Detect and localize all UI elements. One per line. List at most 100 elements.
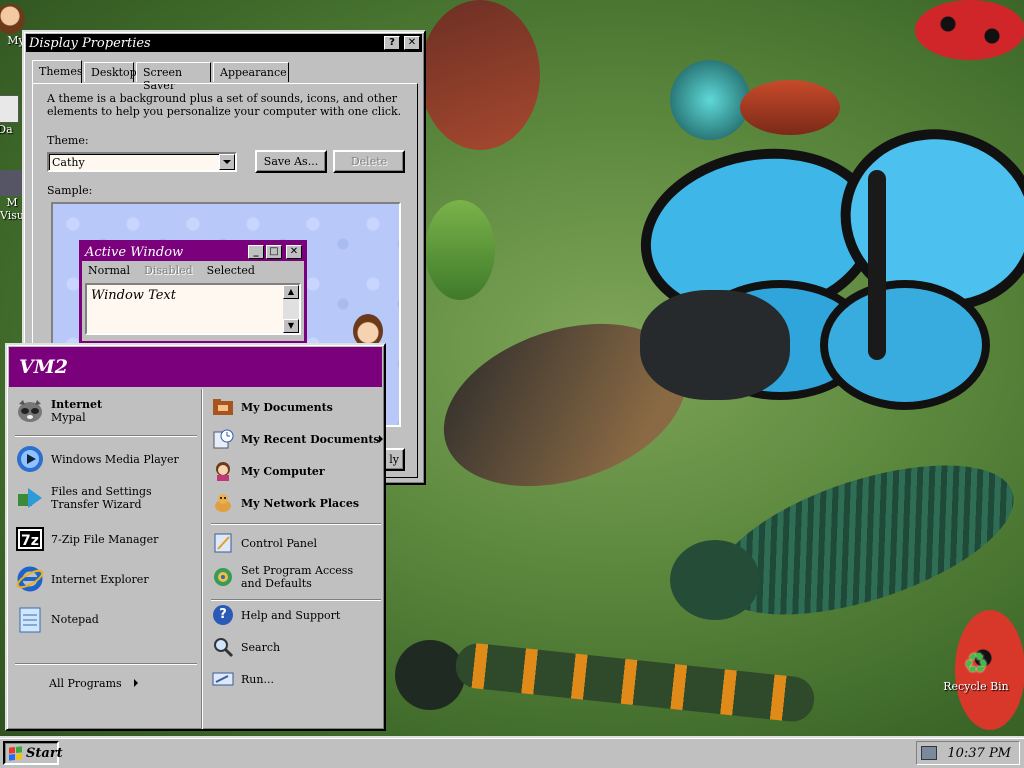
right-label: Set Program Access and Defaults	[241, 564, 354, 590]
desktop-icon-recycle-bin[interactable]: ♻ Recycle Bin	[936, 647, 1016, 694]
tab-screen-saver[interactable]: Screen Saver	[136, 62, 211, 92]
start-menu-right: My Documents My Recent Documents My Comp…	[205, 389, 383, 729]
start-button[interactable]: Start	[3, 741, 63, 765]
tab-strip: Themes Desktop Screen Saver Appearance	[32, 60, 418, 92]
minimize-icon: _	[248, 245, 264, 259]
scroll-down-icon: ▼	[283, 319, 299, 333]
control-panel-icon	[211, 531, 235, 555]
run-item[interactable]: Run...	[211, 665, 379, 693]
control-panel-item[interactable]: Control Panel	[211, 529, 379, 557]
my-documents-icon	[211, 395, 235, 419]
pinned-internet-subtitle: Mypal	[51, 411, 86, 424]
recent-label: Windows Media Player	[51, 452, 179, 466]
pinned-internet-title: Internet	[51, 398, 103, 411]
my-network-places-item[interactable]: My Network Places	[211, 489, 379, 517]
close-button[interactable]: ✕	[404, 36, 420, 50]
my-documents-item[interactable]: My Documents	[211, 393, 379, 421]
start-menu-divider	[201, 389, 203, 729]
delete-button[interactable]: Delete	[333, 150, 405, 173]
sample-window-title: Active Window	[85, 244, 184, 260]
right-label: Control Panel	[241, 536, 318, 550]
search-icon	[211, 635, 235, 659]
recent-label: Files and Settings Transfer Wizard	[51, 485, 152, 511]
left-separator-top	[15, 435, 197, 437]
network-tray-icon[interactable]	[921, 746, 937, 760]
notepad-icon	[15, 604, 45, 634]
roach-decoration	[420, 0, 550, 160]
program-access-item[interactable]: Set Program Access and Defaults	[211, 559, 381, 595]
visual-icon: Visu	[0, 209, 24, 222]
sample-text-area: Window Text ▲ ▼	[85, 283, 301, 335]
recycle-bin-icon: ♻	[963, 647, 989, 680]
right-label: My Recent Documents	[241, 432, 380, 446]
network-places-icon	[211, 491, 235, 515]
documents-icon	[0, 95, 19, 123]
recent-documents-icon	[211, 427, 235, 451]
start-label: Start	[26, 745, 63, 761]
right-separator-1	[211, 523, 381, 525]
my-recent-documents-item[interactable]: My Recent Documents	[211, 425, 383, 453]
all-programs-label: All Programs	[49, 676, 122, 690]
left-separator-bottom	[15, 663, 197, 665]
maximize-icon: □	[266, 245, 282, 259]
tab-desktop[interactable]: Desktop	[84, 62, 137, 82]
right-label: My Network Places	[241, 496, 360, 510]
right-label: My Computer	[241, 464, 325, 478]
scroll-up-icon: ▲	[283, 285, 299, 299]
small-beetle-decoration	[425, 200, 495, 300]
chevron-down-icon	[223, 160, 231, 164]
recent-internet-explorer[interactable]: Internet Explorer	[15, 561, 197, 597]
user-name: VM2	[19, 356, 68, 378]
right-label: Search	[241, 640, 281, 654]
right-label: Run...	[241, 672, 274, 686]
recent-windows-media-player[interactable]: Windows Media Player	[15, 441, 197, 477]
tab-themes[interactable]: Themes	[32, 60, 83, 83]
tab-appearance[interactable]: Appearance	[213, 62, 289, 82]
arrow-right-icon	[133, 679, 138, 687]
help-support-item[interactable]: ? Help and Support	[211, 601, 379, 629]
recent-notepad[interactable]: Notepad	[15, 601, 197, 637]
windows-logo-icon	[9, 745, 22, 761]
help-icon: ?	[211, 603, 235, 627]
sample-window-text: Window Text	[91, 288, 176, 303]
sample-menu-selected: Selected	[206, 263, 255, 277]
recent-transfer-wizard[interactable]: Files and Settings Transfer Wizard	[15, 479, 197, 517]
all-programs-button[interactable]: All Programs	[49, 671, 169, 695]
theme-select-value: Cathy	[52, 155, 85, 169]
theme-label: Theme:	[47, 134, 89, 147]
recent-label: Notepad	[51, 612, 99, 626]
theme-select[interactable]: Cathy	[47, 152, 237, 172]
spider-decoration	[650, 40, 850, 150]
display-properties-titlebar[interactable]: Display Properties ? ✕	[26, 34, 422, 52]
search-item[interactable]: Search	[211, 633, 379, 661]
close-icon: ✕	[286, 245, 302, 259]
recent-label: Internet Explorer	[51, 572, 149, 586]
sample-titlebar: Active Window _ □ ✕	[82, 243, 304, 261]
pinned-internet[interactable]: Internet Mypal	[15, 393, 195, 429]
media-player-icon	[15, 444, 45, 474]
themes-description: A theme is a background plus a set of so…	[47, 92, 402, 118]
sample-menu-disabled: Disabled	[144, 263, 193, 277]
dropdown-button[interactable]	[219, 154, 235, 170]
sample-active-window: Active Window _ □ ✕ Normal Disabled Sele…	[79, 240, 307, 344]
help-button[interactable]: ?	[384, 36, 400, 50]
right-label: Help and Support	[241, 608, 341, 622]
recent-7zip[interactable]: 7z 7-Zip File Manager	[15, 521, 197, 557]
my-computer-icon	[211, 459, 235, 483]
clock[interactable]: 10:37 PM	[937, 746, 1019, 761]
internet-explorer-icon	[15, 564, 45, 594]
system-tray: 10:37 PM	[916, 741, 1020, 765]
start-menu-left: Internet Mypal Windows Media Player File…	[9, 389, 200, 729]
close-icon: ✕	[407, 37, 417, 48]
right-label: My Documents	[241, 400, 333, 414]
program-access-icon	[211, 565, 235, 589]
save-as-button[interactable]: Save As...	[255, 150, 327, 173]
sample-menubar: Normal Disabled Selected	[82, 261, 304, 279]
start-menu-header: VM2	[9, 347, 382, 387]
transfer-wizard-icon	[15, 483, 45, 513]
grasshopper-decoration	[395, 620, 825, 730]
my-computer-item[interactable]: My Computer	[211, 457, 379, 485]
window-title: Display Properties	[29, 35, 151, 51]
start-menu: VM2 Internet Mypal Windows Media Player …	[5, 343, 386, 731]
taskbar: Start 10:37 PM	[0, 736, 1024, 768]
